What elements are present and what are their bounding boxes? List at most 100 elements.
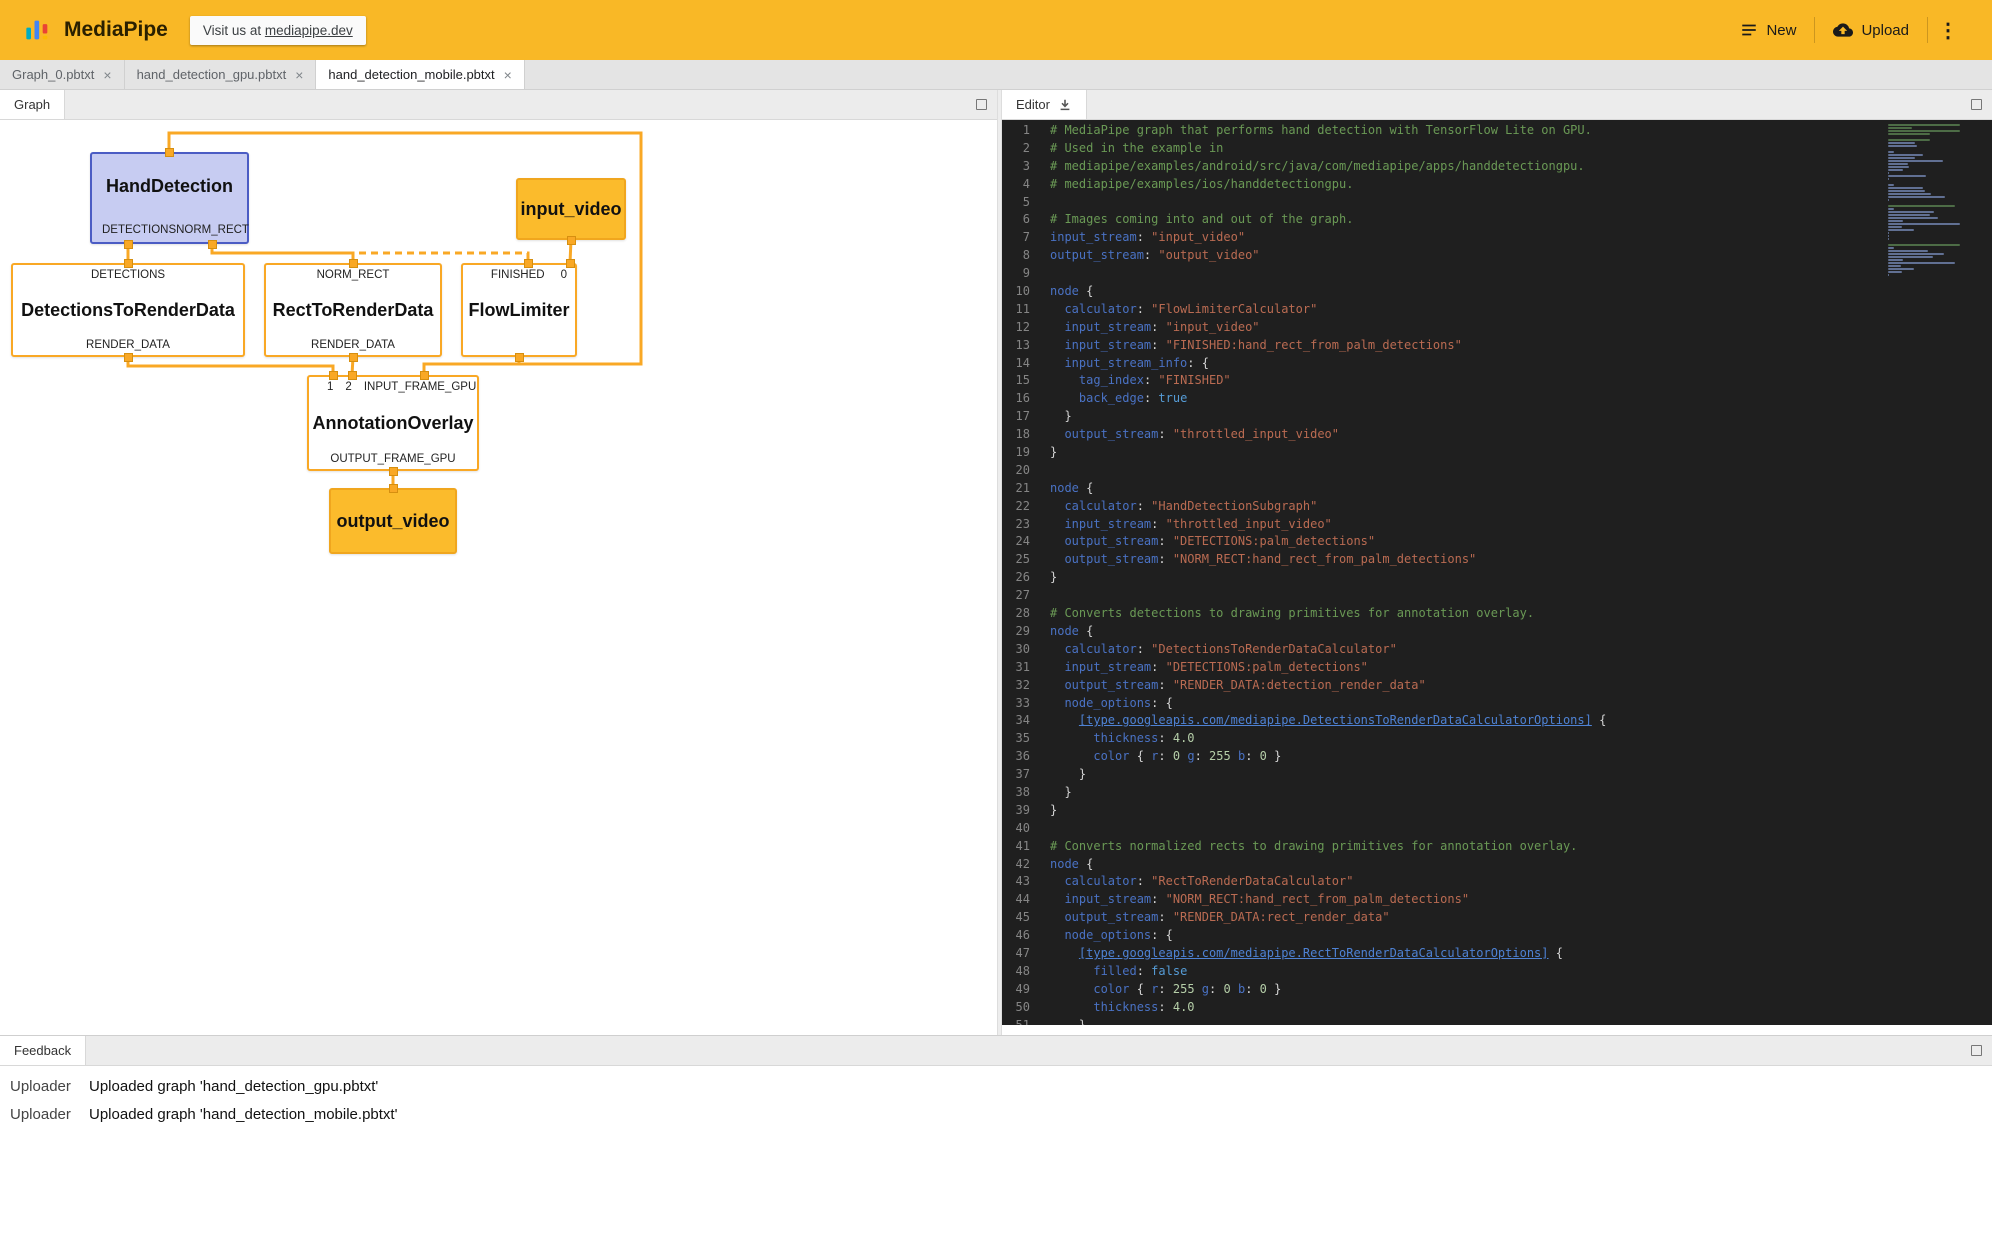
line-number: 5 [1002,194,1050,212]
maximize-icon[interactable] [1971,99,1982,110]
code-line[interactable]: 40 [1002,820,1992,838]
node-flow-limiter[interactable]: FINISHED 0 FlowLimiter [461,263,577,357]
tab-editor[interactable]: Editor [1002,90,1087,119]
code-line[interactable]: 28# Converts detections to drawing primi… [1002,605,1992,623]
overflow-menu-button[interactable]: ⋮ [1928,18,1968,43]
code-line[interactable]: 21node { [1002,480,1992,498]
code-line[interactable]: 10node { [1002,283,1992,301]
line-number: 24 [1002,533,1050,551]
file-tab-hand-detection-gpu[interactable]: hand_detection_gpu.pbtxt × [125,60,317,89]
code-line[interactable]: 14 input_stream_info: { [1002,355,1992,373]
code-line[interactable]: 13 input_stream: "FINISHED:hand_rect_fro… [1002,337,1992,355]
line-number: 40 [1002,820,1050,838]
graph-canvas[interactable]: HandDetection DETECTIONS NORM_RECT input… [0,120,997,1035]
code-line[interactable]: 30 calculator: "DetectionsToRenderDataCa… [1002,641,1992,659]
line-number: 27 [1002,587,1050,605]
code-line[interactable]: 6# Images coming into and out of the gra… [1002,211,1992,229]
code-line[interactable]: 26} [1002,569,1992,587]
line-number: 34 [1002,712,1050,730]
file-tab-hand-detection-mobile[interactable]: hand_detection_mobile.pbtxt × [316,60,524,89]
code-line[interactable]: 48 filled: false [1002,963,1992,981]
close-icon[interactable]: × [504,67,512,83]
line-number: 29 [1002,623,1050,641]
code-line[interactable]: 32 output_stream: "RENDER_DATA:detection… [1002,677,1992,695]
port-label-render-data: RENDER_DATA [86,339,170,351]
tab-feedback[interactable]: Feedback [0,1036,86,1065]
code-line[interactable]: 5 [1002,194,1992,212]
edge-detrender-to-annotation [128,357,333,375]
code-line[interactable]: 43 calculator: "RectToRenderDataCalculat… [1002,873,1992,891]
line-number: 28 [1002,605,1050,623]
code-line[interactable]: 16 back_edge: true [1002,390,1992,408]
node-title: DetectionsToRenderData [21,300,235,321]
feedback-panel: Feedback Uploader Uploaded graph 'hand_d… [0,1035,1992,1236]
feedback-tab-label: Feedback [14,1043,71,1058]
code-line[interactable]: 37 } [1002,766,1992,784]
code-line[interactable]: 15 tag_index: "FINISHED" [1002,372,1992,390]
code-line[interactable]: 17 } [1002,408,1992,426]
code-line[interactable]: 7input_stream: "input_video" [1002,229,1992,247]
code-line[interactable]: 36 color { r: 0 g: 255 b: 0 } [1002,748,1992,766]
header-actions: New Upload ⋮ [1722,0,1968,60]
node-hand-detection[interactable]: HandDetection DETECTIONS NORM_RECT [90,152,249,244]
code-line[interactable]: 4# mediapipe/examples/ios/handdetectiong… [1002,176,1992,194]
line-number: 7 [1002,229,1050,247]
code-line[interactable]: 20 [1002,462,1992,480]
download-icon[interactable] [1058,98,1072,112]
editor-code[interactable]: 1# MediaPipe graph that performs hand de… [1002,122,1992,1025]
code-line[interactable]: 24 output_stream: "DETECTIONS:palm_detec… [1002,533,1992,551]
code-line[interactable]: 42node { [1002,856,1992,874]
code-line[interactable]: 45 output_stream: "RENDER_DATA:rect_rend… [1002,909,1992,927]
upload-button[interactable]: Upload [1815,13,1927,47]
code-line[interactable]: 50 thickness: 4.0 [1002,999,1992,1017]
code-line[interactable]: 51 } [1002,1017,1992,1025]
code-line[interactable]: 49 color { r: 255 g: 0 b: 0 } [1002,981,1992,999]
code-line[interactable]: 44 input_stream: "NORM_RECT:hand_rect_fr… [1002,891,1992,909]
new-button[interactable]: New [1722,13,1814,47]
maximize-icon[interactable] [1971,1045,1982,1056]
code-line[interactable]: 33 node_options: { [1002,695,1992,713]
node-output-video[interactable]: output_video [329,488,457,554]
node-annotation-overlay[interactable]: 1 2 INPUT_FRAME_GPU AnnotationOverlay OU… [307,375,479,471]
code-line[interactable]: 9 [1002,265,1992,283]
code-line[interactable]: 2# Used in the example in [1002,140,1992,158]
code-line[interactable]: 41# Converts normalized rects to drawing… [1002,838,1992,856]
code-line[interactable]: 38 } [1002,784,1992,802]
visit-us-chip[interactable]: Visit us at mediapipe.dev [190,16,366,45]
tab-graph[interactable]: Graph [0,90,65,119]
code-line[interactable]: 34 [type.googleapis.com/mediapipe.Detect… [1002,712,1992,730]
code-line[interactable]: 23 input_stream: "throttled_input_video" [1002,516,1992,534]
code-line[interactable]: 47 [type.googleapis.com/mediapipe.RectTo… [1002,945,1992,963]
code-line[interactable]: 25 output_stream: "NORM_RECT:hand_rect_f… [1002,551,1992,569]
code-line[interactable]: 22 calculator: "HandDetectionSubgraph" [1002,498,1992,516]
code-line[interactable]: 29node { [1002,623,1992,641]
code-line[interactable]: 12 input_stream: "input_video" [1002,319,1992,337]
line-number: 39 [1002,802,1050,820]
code-editor[interactable]: 1# MediaPipe graph that performs hand de… [1002,120,1992,1025]
edge-flowlimiter-to-annotation [424,357,519,375]
code-line[interactable]: 35 thickness: 4.0 [1002,730,1992,748]
line-number: 20 [1002,462,1050,480]
code-line[interactable]: 39} [1002,802,1992,820]
code-line[interactable]: 3# mediapipe/examples/android/src/java/c… [1002,158,1992,176]
node-detections-to-render-data[interactable]: DETECTIONS DetectionsToRenderData RENDER… [11,263,245,357]
code-line[interactable]: 27 [1002,587,1992,605]
port-label-detections: DETECTIONS [102,224,176,236]
node-rect-to-render-data[interactable]: NORM_RECT RectToRenderData RENDER_DATA [264,263,442,357]
code-line[interactable]: 31 input_stream: "DETECTIONS:palm_detect… [1002,659,1992,677]
code-line[interactable]: 8output_stream: "output_video" [1002,247,1992,265]
close-icon[interactable]: × [295,67,303,83]
code-line[interactable]: 1# MediaPipe graph that performs hand de… [1002,122,1992,140]
editor-minimap[interactable] [1888,124,1974,277]
code-line[interactable]: 46 node_options: { [1002,927,1992,945]
close-icon[interactable]: × [103,67,111,83]
mediapipe-dev-link[interactable]: mediapipe.dev [265,23,353,38]
line-number: 15 [1002,372,1050,390]
file-tab-graph0[interactable]: Graph_0.pbtxt × [0,60,125,89]
code-line[interactable]: 19} [1002,444,1992,462]
code-line[interactable]: 11 calculator: "FlowLimiterCalculator" [1002,301,1992,319]
code-line[interactable]: 18 output_stream: "throttled_input_video… [1002,426,1992,444]
node-input-video[interactable]: input_video [516,178,626,240]
line-number: 46 [1002,927,1050,945]
maximize-icon[interactable] [976,99,987,110]
